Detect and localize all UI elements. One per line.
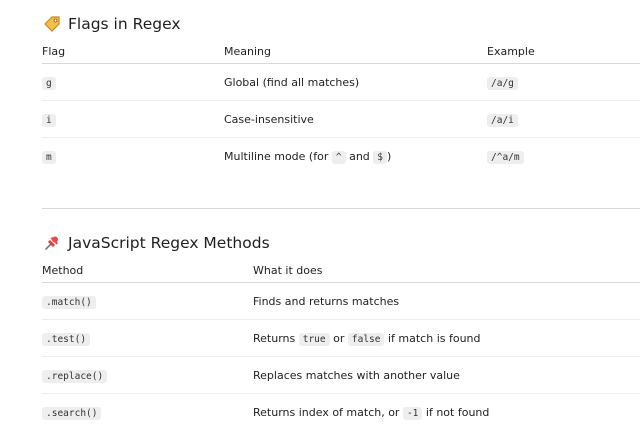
- table-row: .match() Finds and returns matches: [42, 282, 640, 320]
- meaning-suffix: ): [387, 149, 392, 163]
- methods-section-title: JavaScript Regex Methods: [42, 233, 270, 253]
- inline-code: false: [347, 332, 385, 346]
- desc-cell: Returns index of match, or -1 if not fou…: [253, 394, 640, 431]
- flag-cell: g: [42, 63, 224, 101]
- label-tag-icon: [42, 14, 62, 34]
- desc-mid: or: [329, 331, 348, 345]
- method-cell: .replace(): [42, 356, 253, 394]
- method-code: .replace(): [42, 369, 108, 383]
- table-row: .test() Returns true or false if match i…: [42, 319, 640, 357]
- flags-section-title: Flags in Regex: [42, 14, 181, 34]
- section-divider: [42, 208, 640, 209]
- method-cell: .match(): [42, 282, 253, 320]
- table-row: i Case-insensitive /a/i: [42, 100, 640, 138]
- method-code: .match(): [42, 295, 96, 309]
- header-example: Example: [487, 39, 640, 64]
- desc-suffix: if not found: [422, 405, 490, 419]
- table-row: m Multiline mode (for ^ and $) /^a/m: [42, 138, 640, 175]
- flags-header-row: Flag Meaning Example: [42, 39, 640, 64]
- inline-code: true: [298, 332, 330, 346]
- flags-title-text: Flags in Regex: [68, 15, 181, 33]
- inline-code: ^: [331, 150, 346, 164]
- example-code: /a/g: [487, 76, 518, 90]
- flag-code: g: [42, 76, 56, 90]
- example-cell: /^a/m: [487, 138, 640, 175]
- desc-prefix: Returns: [253, 331, 299, 345]
- method-cell: .test(): [42, 319, 253, 357]
- header-method: Method: [42, 258, 253, 283]
- inline-code: $: [373, 150, 388, 164]
- meaning-cell: Multiline mode (for ^ and $): [224, 138, 487, 175]
- inline-code: -1: [402, 406, 423, 420]
- table-row: .replace() Replaces matches with another…: [42, 356, 640, 394]
- desc-prefix: Returns index of match, or: [253, 405, 403, 419]
- desc-suffix: if match is found: [384, 331, 481, 345]
- methods-title-text: JavaScript Regex Methods: [68, 234, 270, 252]
- table-row: .search() Returns index of match, or -1 …: [42, 394, 640, 431]
- flags-table: Flag Meaning Example g Global (find all …: [42, 39, 640, 174]
- flag-cell: m: [42, 138, 224, 175]
- meaning-prefix: Multiline mode (for: [224, 149, 332, 163]
- methods-header-row: Method What it does: [42, 258, 640, 283]
- example-cell: /a/g: [487, 63, 640, 101]
- desc-cell: Replaces matches with another value: [253, 356, 640, 394]
- desc-cell: Finds and returns matches: [253, 282, 640, 320]
- meaning-and: and: [345, 149, 374, 163]
- example-code: /^a/m: [487, 150, 524, 164]
- example-cell: /a/i: [487, 100, 640, 138]
- desc-cell: Returns true or false if match is found: [253, 319, 640, 357]
- flag-code: i: [42, 113, 56, 127]
- method-code: .test(): [42, 332, 91, 346]
- table-row: g Global (find all matches) /a/g: [42, 63, 640, 101]
- header-what: What it does: [253, 258, 640, 283]
- header-flag: Flag: [42, 39, 224, 64]
- flag-code: m: [42, 150, 56, 164]
- page: Flags in Regex Flag Meaning Example g Gl…: [0, 0, 640, 440]
- method-code: .search(): [42, 406, 102, 420]
- methods-table: Method What it does .match() Finds and r…: [42, 258, 640, 430]
- method-cell: .search(): [42, 394, 253, 431]
- meaning-cell: Global (find all matches): [224, 63, 487, 101]
- flag-cell: i: [42, 100, 224, 138]
- example-code: /a/i: [487, 113, 518, 127]
- header-meaning: Meaning: [224, 39, 487, 64]
- meaning-cell: Case-insensitive: [224, 100, 487, 138]
- pushpin-icon: [42, 233, 62, 253]
